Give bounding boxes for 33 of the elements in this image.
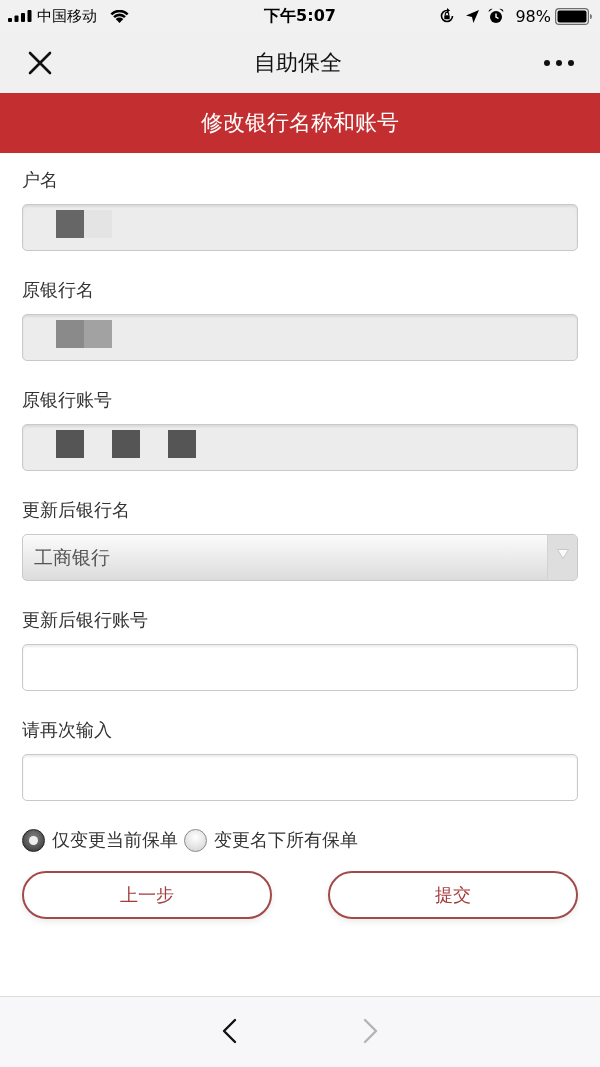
rotation-lock-icon <box>439 8 456 24</box>
radio-label: 仅变更当前保单 <box>52 828 178 852</box>
field-label: 请再次输入 <box>22 718 112 742</box>
more-icon <box>544 59 574 66</box>
dropdown-caret-icon <box>556 549 569 559</box>
more-button[interactable] <box>542 57 576 68</box>
battery-icon <box>555 7 592 25</box>
signal-icon <box>8 10 32 22</box>
field-label: 原银行账号 <box>22 388 112 412</box>
radio-label: 变更名下所有保单 <box>214 828 358 852</box>
field-label: 更新后银行名 <box>22 498 130 522</box>
input-field[interactable] <box>22 644 578 691</box>
radio-button[interactable] <box>22 828 45 852</box>
close-icon <box>28 50 52 75</box>
wifi-icon <box>110 9 129 23</box>
carrier-name: 中国移动 <box>37 6 97 26</box>
field-label: 更新后银行账号 <box>22 608 148 632</box>
outline-button[interactable]: 提交 <box>328 871 578 919</box>
location-arrow-icon <box>466 9 480 23</box>
banner-title: 修改银行名称和账号 <box>201 109 399 137</box>
field-label: 原银行名 <box>22 278 94 302</box>
field-label: 户名 <box>22 168 58 192</box>
chevron-left-icon <box>221 1018 237 1044</box>
status-time: 下午5:07 <box>263 5 337 27</box>
bank-select[interactable]: 工商银行 <box>22 534 578 581</box>
battery-percent: 98% <box>515 6 551 26</box>
input-field[interactable] <box>22 754 578 801</box>
outline-button[interactable]: 上一步 <box>22 871 272 919</box>
chevron-right-icon <box>363 1018 379 1044</box>
radio-button[interactable] <box>184 828 207 852</box>
page-title: 自助保全 <box>254 48 342 77</box>
back-button[interactable] <box>221 1018 237 1044</box>
alarm-clock-icon <box>488 8 505 24</box>
